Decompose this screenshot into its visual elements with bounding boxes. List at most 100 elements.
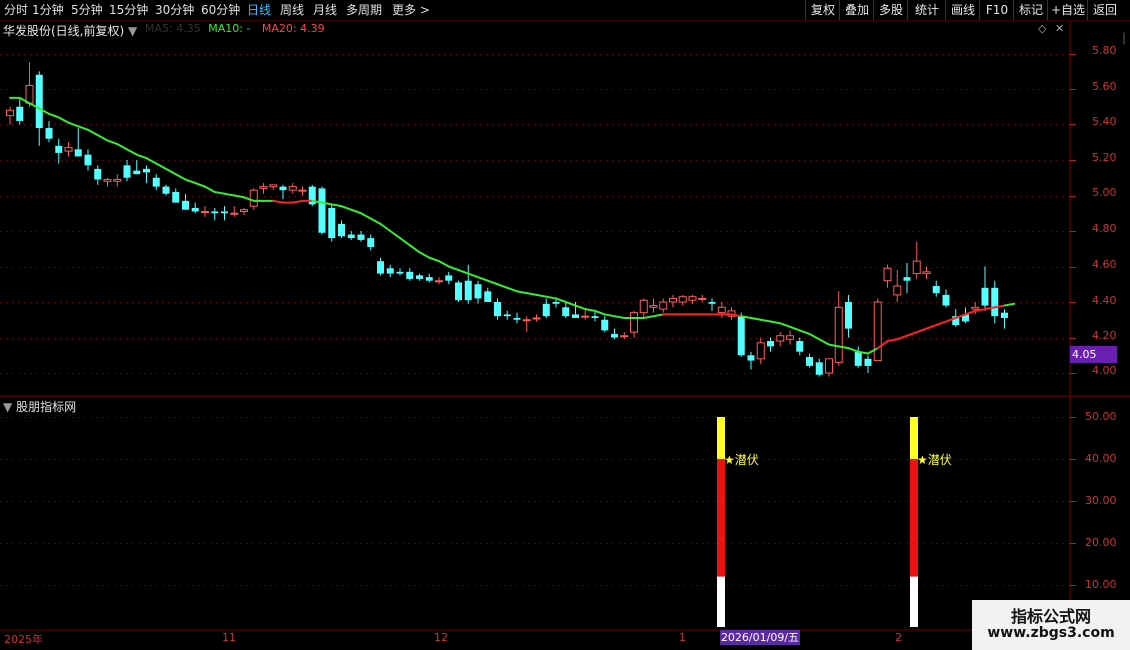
candle-body (279, 186, 287, 191)
ma10-label: MA10: - (208, 22, 251, 35)
ma-segment (340, 205, 353, 211)
ma-segment (847, 347, 860, 353)
candle-body (532, 317, 541, 320)
price-tick: 5.80 (1092, 44, 1117, 57)
price-tick: 4.00 (1092, 364, 1117, 377)
candle-body (601, 319, 609, 331)
indicator-dropdown-icon[interactable]: ▼ (3, 400, 12, 414)
ma-segment (194, 182, 206, 188)
candle-body (328, 207, 336, 239)
candle-body (688, 296, 697, 301)
candle-body (377, 261, 384, 274)
candle-body (123, 165, 131, 178)
candle-body (74, 149, 82, 157)
indicator-tick: 40.00 (1085, 452, 1117, 465)
candle-body (425, 277, 433, 281)
ma-segment (57, 116, 70, 124)
ma-segment (389, 230, 401, 240)
ma-segment (204, 185, 216, 193)
candle-body (45, 128, 53, 139)
ma-segment (642, 315, 655, 319)
candle-body (708, 302, 716, 304)
candle-body (1001, 312, 1008, 318)
ma-legend: MA5: 4.35 MA10: - MA20: 4.39 (145, 22, 325, 35)
ma-segment (223, 192, 236, 197)
ma-segment (106, 139, 119, 146)
ma-segment (213, 190, 226, 195)
ma-segment (906, 331, 918, 337)
candle-body (649, 305, 658, 308)
price-tick: 5.20 (1092, 151, 1117, 164)
ma5-label: MA5: 4.35 (145, 22, 201, 35)
candle-body (474, 284, 482, 299)
candle-body (494, 302, 501, 317)
candle-body (669, 297, 677, 303)
candles-group (6, 62, 1008, 377)
ma-segment (652, 313, 665, 318)
ma-segment (48, 112, 60, 119)
ma-segment (506, 286, 518, 293)
candle-body (747, 355, 755, 361)
ma-segment (184, 178, 197, 185)
candle-body (678, 296, 687, 303)
ma-segment (798, 329, 811, 335)
ma-segment (584, 308, 596, 312)
ma-segment (789, 325, 801, 332)
signal-label: ★潜伏 (917, 453, 952, 467)
candle-body (806, 357, 813, 366)
candle-body (864, 358, 872, 366)
dropdown-icon[interactable]: ▼ (128, 24, 137, 38)
candle-body (630, 312, 638, 333)
close-icon[interactable]: ✕ (1055, 22, 1064, 35)
candle-body (455, 282, 462, 301)
candle-body (347, 234, 355, 239)
ma-segment (779, 322, 791, 328)
candle-body (152, 177, 160, 187)
candle-body (620, 335, 629, 338)
candle-body (854, 351, 862, 366)
candle-body (221, 211, 228, 214)
indicator-tick: 20.00 (1085, 536, 1117, 549)
watermark: 指标公式网 www.zbgs3.com (972, 600, 1130, 650)
ma-segment (126, 148, 138, 156)
candle-body (6, 109, 14, 117)
ma-segment (379, 222, 392, 232)
ma-segment (769, 320, 782, 325)
ma-segment (272, 199, 284, 204)
candle-body (396, 271, 404, 274)
candle-body (288, 186, 297, 191)
candle-body (94, 168, 102, 180)
ma-segment (174, 173, 187, 181)
candle-body (834, 306, 843, 363)
candle-body (932, 286, 940, 294)
ma-segment (496, 283, 509, 289)
ma-segment (525, 292, 538, 296)
candle-body (338, 223, 345, 237)
ma-segment (438, 260, 450, 268)
price-tick: 5.40 (1092, 115, 1117, 128)
candle-body (484, 291, 492, 302)
ma-segment (233, 194, 245, 199)
date-label-dec: 12 (434, 631, 448, 644)
ma-segment (964, 309, 977, 316)
ma-segment (145, 157, 158, 165)
signal-label: ★潜伏 (724, 453, 759, 467)
candle-body (211, 211, 219, 214)
candle-body (318, 188, 326, 233)
ma-segment (516, 290, 528, 295)
candle-body (572, 314, 579, 318)
ma-segment (67, 121, 80, 128)
diamond-icon[interactable]: ◇ (1038, 22, 1046, 35)
kline-chart[interactable] (0, 0, 1130, 650)
candle-body (562, 307, 570, 317)
ma-segment (574, 304, 587, 311)
candle-body (776, 335, 785, 342)
candle-body (357, 234, 365, 240)
candle-body (893, 285, 902, 296)
candle-body (435, 280, 443, 283)
candle-body (591, 316, 599, 318)
ma-segment (545, 295, 557, 300)
candle-body (35, 74, 43, 129)
candle-body (903, 277, 911, 281)
candle-body (883, 267, 892, 282)
